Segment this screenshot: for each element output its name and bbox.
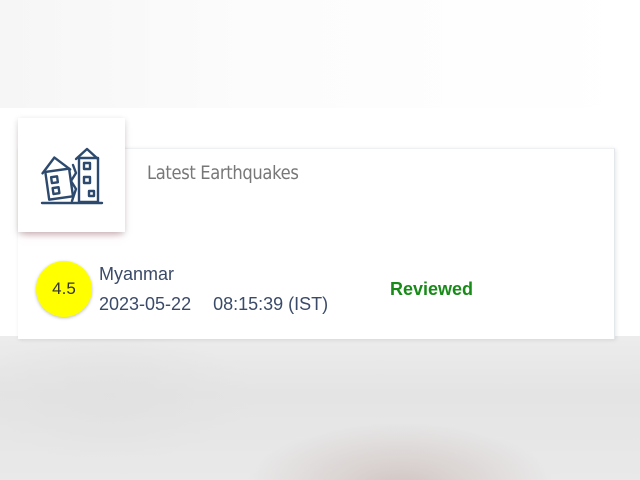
card-title: Latest Earthquakes [147,162,299,184]
background-blur [0,336,640,480]
event-date: 2023-05-22 [99,294,192,314]
earthquake-houses-icon [40,147,103,205]
background-top [0,0,640,110]
status-label: Reviewed [390,279,474,299]
event-location[interactable]: Myanmar [99,264,174,285]
event-datetime: 2023-05-22 08:15:39 (IST) [99,294,328,315]
event-time: 08:15:39 (IST) [213,294,329,314]
magnitude-badge[interactable]: 4.5 [36,261,92,317]
icon-tile [18,118,125,232]
magnitude-value: 4.5 [52,279,76,298]
